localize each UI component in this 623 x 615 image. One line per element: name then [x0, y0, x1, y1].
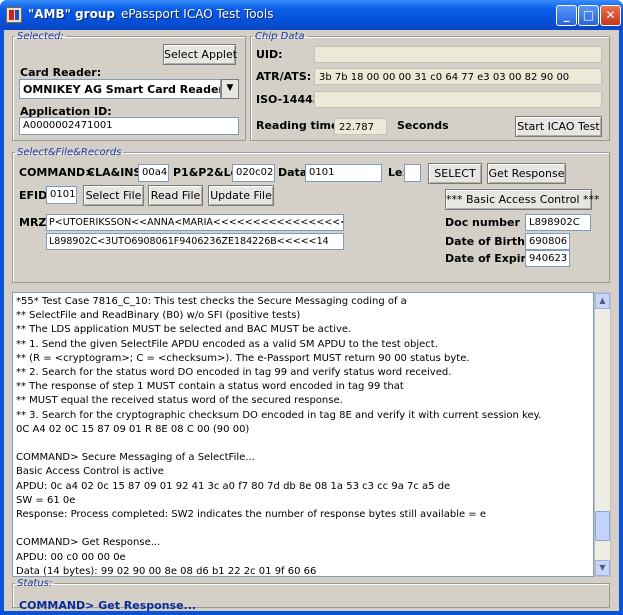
reading-time-field: 22.787	[334, 118, 387, 135]
chip-data-legend: Chip Data	[255, 31, 305, 42]
log-line: ** 1. Send the given SelectFile APDU enc…	[16, 338, 438, 350]
update-file-button[interactable]: Update File	[208, 185, 274, 206]
log-line: APDU: 0c a4 02 0c 15 87 09 01 92 41 3c a…	[16, 480, 451, 492]
cla-ins-label: CLA&INS:	[87, 166, 146, 179]
log-line: Response: Process completed: SW2 indicat…	[16, 509, 487, 521]
log-line: ** 3. Search for the cryptographic check…	[16, 409, 542, 421]
dob-label: Date of Birth :	[445, 235, 534, 248]
doc-number-label: Doc number :	[445, 216, 529, 229]
window-title: "AMB" group ePassport ICAO Test Tools	[28, 7, 273, 21]
doc-number-field[interactable]: L898902C	[525, 214, 591, 231]
atr-label: ATR/ATS:	[256, 70, 312, 83]
select-button[interactable]: SELECT	[428, 163, 482, 184]
client-area: Selected: Select Applet Card Reader: OMN…	[4, 30, 619, 612]
uid-field	[314, 46, 602, 63]
log-output[interactable]: *55* Test Case 7816_C_10: This test chec…	[12, 292, 594, 577]
start-icao-test-button[interactable]: Start ICAO Test	[515, 116, 602, 137]
log-line: ** MUST equal the received status word o…	[16, 395, 343, 407]
mrz-line2-field[interactable]: L898902C<3UTO6908061F9406236ZE184226B<<<…	[46, 233, 344, 250]
get-response-button[interactable]: Get Response	[487, 163, 566, 184]
app-id-field[interactable]: A0000002471001	[19, 117, 239, 135]
log-scrollbar[interactable]: ▲ ▼	[594, 292, 611, 577]
title-bar[interactable]: "AMB" group ePassport ICAO Test Tools _ □…	[0, 0, 623, 30]
log-line: ** (R = <cryptogram>; C = <checksum>). T…	[16, 352, 470, 364]
app-flag-icon	[6, 7, 22, 23]
select-file-button[interactable]: Select File	[83, 185, 144, 206]
atr-field: 3b 7b 18 00 00 00 31 c0 64 77 e3 03 00 8…	[314, 68, 602, 85]
uid-label: UID:	[256, 48, 283, 61]
log-line: ** 2. Search for the status word DO enco…	[16, 367, 452, 379]
basic-access-control-button[interactable]: *** Basic Access Control ***	[445, 189, 600, 210]
selected-legend: Selected:	[17, 31, 64, 42]
chevron-down-icon[interactable]: ▼	[221, 79, 239, 99]
doe-field[interactable]: 940623	[525, 250, 570, 267]
command-label: COMMAND>	[19, 166, 95, 179]
scroll-up-icon[interactable]: ▲	[595, 293, 610, 309]
le-field[interactable]	[404, 164, 421, 182]
status-text: COMMAND> Get Response...	[19, 599, 197, 612]
efid-field[interactable]: 0101	[46, 186, 77, 204]
card-reader-select[interactable]: OMNIKEY AG Smart Card Reader USB 1	[19, 79, 221, 99]
log-line: Data (14 bytes): 99 02 90 00 8e 08 d6 b1…	[16, 565, 317, 577]
cla-ins-field[interactable]: 00a4	[138, 164, 169, 182]
log-line: *55* Test Case 7816_C_10: This test chec…	[16, 296, 407, 307]
mrz-line1-field[interactable]: P<UTOERIKSSON<<ANNA<MARIA<<<<<<<<<<<<<<<…	[46, 214, 344, 231]
dob-field[interactable]: 690806	[525, 233, 570, 250]
select-applet-button[interactable]: Select Applet	[163, 44, 237, 65]
read-file-button[interactable]: Read File	[148, 185, 203, 206]
log-line: Basic Access Control is active	[16, 466, 164, 478]
log-line: ** The response of step 1 MUST contain a…	[16, 381, 404, 393]
records-legend: Select&File&Records	[17, 147, 122, 158]
window-title-group: "AMB" group	[28, 7, 115, 21]
minimize-icon[interactable]: _	[556, 5, 577, 26]
scroll-thumb[interactable]	[595, 511, 610, 541]
log-line: 0C A4 02 0C 15 87 09 01 R 8E 08 C 00 (90…	[16, 423, 250, 435]
p1p2lc-field[interactable]: 020c02	[232, 164, 275, 182]
log-line: APDU: 00 c0 00 00 0e	[16, 551, 126, 563]
log-line: SW = 61 0e	[16, 494, 76, 506]
data-field[interactable]: 0101	[305, 164, 382, 182]
window-title-app: ePassport ICAO Test Tools	[120, 7, 274, 21]
card-reader-label: Card Reader:	[20, 66, 102, 79]
maximize-icon[interactable]: □	[578, 5, 599, 26]
app-window: "AMB" group ePassport ICAO Test Tools _ □…	[0, 0, 623, 615]
seconds-label: Seconds	[397, 119, 449, 132]
status-legend: Status:	[17, 578, 53, 589]
status-group: Status: COMMAND> Get Response...	[12, 578, 610, 612]
reading-time-label: Reading time:	[256, 119, 343, 132]
log-line: COMMAND> Get Response...	[16, 537, 161, 549]
log-line: ** SelectFile and ReadBinary (B0) w/o SF…	[16, 310, 301, 322]
log-line: ** The LDS application MUST be selected …	[16, 324, 352, 336]
scroll-down-icon[interactable]: ▼	[595, 560, 610, 576]
log-line: COMMAND> Secure Messaging of a SelectFil…	[16, 452, 255, 464]
iso-14443-field	[314, 91, 602, 108]
close-icon[interactable]: ✕	[600, 5, 621, 26]
